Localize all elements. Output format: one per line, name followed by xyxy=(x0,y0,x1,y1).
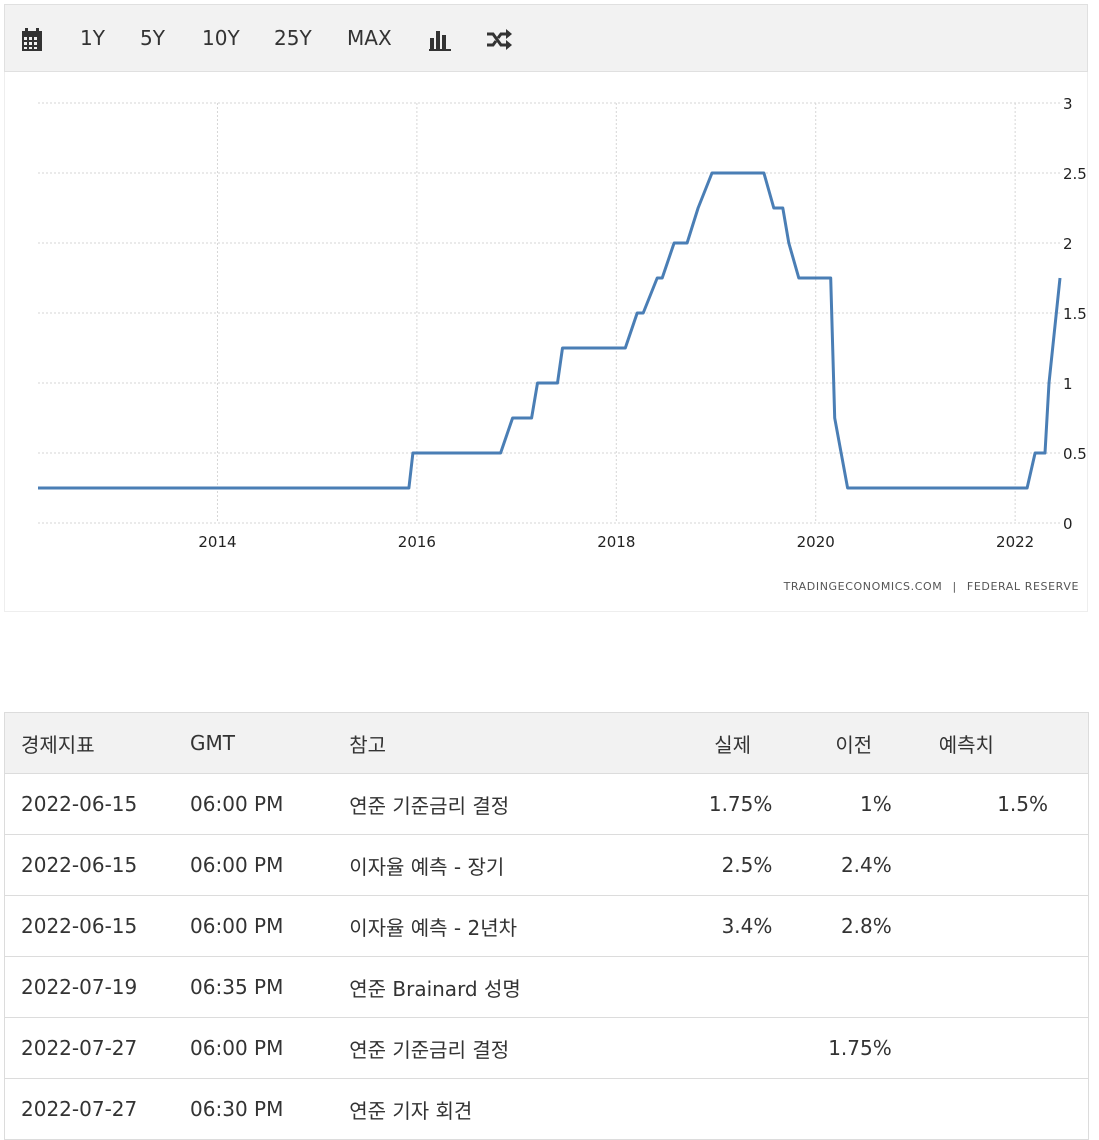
series-line xyxy=(38,171,1062,490)
x-tick-label: 2018 xyxy=(597,533,635,551)
table-row[interactable]: 2022-06-15 06:00 PM 이자율 예측 - 2년차 3.4% 2.… xyxy=(4,895,1089,957)
cell-date: 2022-06-15 xyxy=(4,834,190,896)
cell-date: 2022-07-27 xyxy=(4,1078,190,1140)
cell-previous xyxy=(773,1078,893,1140)
cell-actual xyxy=(654,1017,774,1079)
header-indicator: 경제지표 xyxy=(4,712,190,774)
y-tick-label: 1.5 xyxy=(1063,305,1087,323)
cell-event-link[interactable]: 연준 기준금리 결정 xyxy=(348,1017,655,1079)
cell-event-link[interactable]: 이자율 예측 - 장기 xyxy=(348,834,655,896)
y-tick-label: 2 xyxy=(1063,235,1073,253)
cell-event-link[interactable]: 연준 Brainard 성명 xyxy=(348,956,655,1018)
rate-chart: 0 0.5 1 1.5 2 2.5 3 2014 2016 2018 2020 2022 xyxy=(38,95,1087,551)
table-row[interactable]: 2022-06-15 06:00 PM 연준 기준금리 결정 1.75% 1% … xyxy=(4,773,1089,835)
x-tick-label: 2016 xyxy=(398,533,436,551)
table-row[interactable]: 2022-07-27 06:30 PM 연준 기자 회견 xyxy=(4,1078,1089,1140)
y-tick-label: 2.5 xyxy=(1063,165,1087,183)
credit-provider[interactable]: FEDERAL RESERVE xyxy=(967,580,1079,593)
cell-actual: 2.5% xyxy=(654,834,774,896)
cell-date: 2022-06-15 xyxy=(4,895,190,957)
header-gmt: GMT xyxy=(189,712,349,774)
cell-actual xyxy=(654,1078,774,1140)
cell-actual: 3.4% xyxy=(654,895,774,957)
header-actual: 실제 xyxy=(654,712,774,774)
cell-forecast xyxy=(892,1017,1089,1079)
table-row[interactable]: 2022-06-15 06:00 PM 이자율 예측 - 장기 2.5% 2.4… xyxy=(4,834,1089,896)
cell-time: 06:30 PM xyxy=(189,1078,349,1140)
cell-previous: 1.75% xyxy=(773,1017,893,1079)
y-tick-label: 1 xyxy=(1063,375,1073,393)
y-tick-label: 3 xyxy=(1063,95,1073,113)
cell-forecast xyxy=(892,1078,1089,1140)
credit-source[interactable]: TRADINGECONOMICS.COM xyxy=(784,580,943,593)
table-row[interactable]: 2022-07-27 06:00 PM 연준 기준금리 결정 1.75% xyxy=(4,1017,1089,1079)
cell-date: 2022-07-19 xyxy=(4,956,190,1018)
y-tick-label: 0.5 xyxy=(1063,445,1087,463)
credit-separator: | xyxy=(952,580,957,593)
x-tick-label: 2014 xyxy=(198,533,236,551)
cell-actual xyxy=(654,956,774,1018)
x-tick-label: 2020 xyxy=(797,533,835,551)
cell-date: 2022-07-27 xyxy=(4,1017,190,1079)
cell-previous: 2.4% xyxy=(773,834,893,896)
cell-forecast: 1.5% xyxy=(892,773,1089,835)
table-row[interactable]: 2022-07-19 06:35 PM 연준 Brainard 성명 xyxy=(4,956,1089,1018)
cell-event-link[interactable]: 연준 기준금리 결정 xyxy=(348,773,655,835)
header-forecast: 예측치 xyxy=(892,712,1089,774)
chart-credit: TRADINGECONOMICS.COM | FEDERAL RESERVE xyxy=(784,580,1079,593)
y-tick-label: 0 xyxy=(1063,515,1073,533)
table-header-row: 경제지표 GMT 참고 실제 이전 예측치 xyxy=(4,712,1089,774)
header-previous: 이전 xyxy=(773,712,893,774)
cell-event-link[interactable]: 연준 기자 회견 xyxy=(348,1078,655,1140)
x-tick-label: 2022 xyxy=(996,533,1034,551)
header-reference: 참고 xyxy=(348,712,655,774)
cell-forecast xyxy=(892,834,1089,896)
cell-previous xyxy=(773,956,893,1018)
cell-forecast xyxy=(892,895,1089,957)
cell-time: 06:00 PM xyxy=(189,773,349,835)
cell-time: 06:00 PM xyxy=(189,895,349,957)
cell-time: 06:35 PM xyxy=(189,956,349,1018)
cell-date: 2022-06-15 xyxy=(4,773,190,835)
cell-time: 06:00 PM xyxy=(189,834,349,896)
cell-actual: 1.75% xyxy=(654,773,774,835)
events-table: 경제지표 GMT 참고 실제 이전 예측치 2022-06-15 06:00 P… xyxy=(4,712,1089,1140)
cell-event-link[interactable]: 이자율 예측 - 2년차 xyxy=(348,895,655,957)
cell-time: 06:00 PM xyxy=(189,1017,349,1079)
cell-forecast xyxy=(892,956,1089,1018)
cell-previous: 1% xyxy=(773,773,893,835)
cell-previous: 2.8% xyxy=(773,895,893,957)
